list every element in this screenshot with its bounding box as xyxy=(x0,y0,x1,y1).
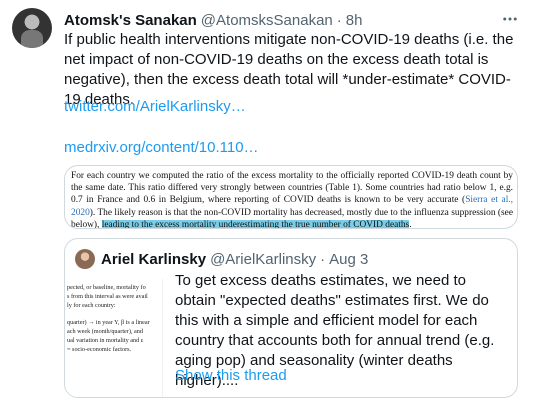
tweet-timestamp[interactable]: 8h xyxy=(346,12,363,29)
thumbnail-line: = socio-economic factors. xyxy=(67,346,132,353)
quoted-author-handle: @ArielKarlinsky xyxy=(210,250,317,268)
excerpt-highlight: leading to the excess mortality underest… xyxy=(101,219,410,229)
tweet-link-medrxiv[interactable]: medrxiv.org/content/10.110… xyxy=(64,138,259,158)
thumbnail-line: quarter) → in year Y, β is a linear xyxy=(67,319,150,326)
show-thread-link[interactable]: Show this thread xyxy=(175,366,287,386)
author-handle[interactable]: @AtomsksSanakan xyxy=(201,12,333,29)
tweet-header: Atomsk's Sanakan @AtomsksSanakan · 8h xyxy=(64,10,490,30)
tweet-link-twitter[interactable]: twitter.com/ArielKarlinsky… xyxy=(64,97,246,117)
thumbnail-line: ach week (month/quarter), and xyxy=(67,328,143,335)
quoted-avatar xyxy=(75,249,95,269)
avatar[interactable] xyxy=(12,8,52,48)
tweet-image[interactable]: For each country we computed the ratio o… xyxy=(64,165,518,229)
tweet[interactable]: Atomsk's Sanakan @AtomsksSanakan · 8h If… xyxy=(0,0,534,402)
paper-excerpt: For each country we computed the ratio o… xyxy=(71,170,513,229)
excerpt-text-before: For each country we computed the ratio o… xyxy=(71,171,513,206)
thumbnail-line: pected, or baseline, mortality fo xyxy=(67,284,146,291)
thumbnail-line: ual variation in mortality and ε xyxy=(67,337,144,344)
quoted-author-name: Ariel Karlinsky xyxy=(101,250,207,268)
quoted-separator-dot: · xyxy=(320,250,326,268)
author-name[interactable]: Atomsk's Sanakan xyxy=(64,12,197,29)
separator-dot: · xyxy=(336,11,342,29)
quoted-thumbnail: pected, or baseline, mortality fo s from… xyxy=(65,279,163,397)
quoted-timestamp: Aug 3 xyxy=(329,250,369,268)
more-options-icon[interactable] xyxy=(498,8,522,30)
thumbnail-line xyxy=(67,310,161,318)
thumbnail-line: ly for each country: xyxy=(67,302,116,309)
quoted-tweet[interactable]: Ariel Karlinsky @ArielKarlinsky · Aug 3 … xyxy=(64,238,518,398)
thumbnail-text: pected, or baseline, mortality fo s from… xyxy=(67,283,161,354)
quoted-header: Ariel Karlinsky @ArielKarlinsky · Aug 3 xyxy=(101,249,368,269)
excerpt-text-after: . xyxy=(409,219,412,229)
thumbnail-line: s from this interval as were avail xyxy=(67,293,148,300)
